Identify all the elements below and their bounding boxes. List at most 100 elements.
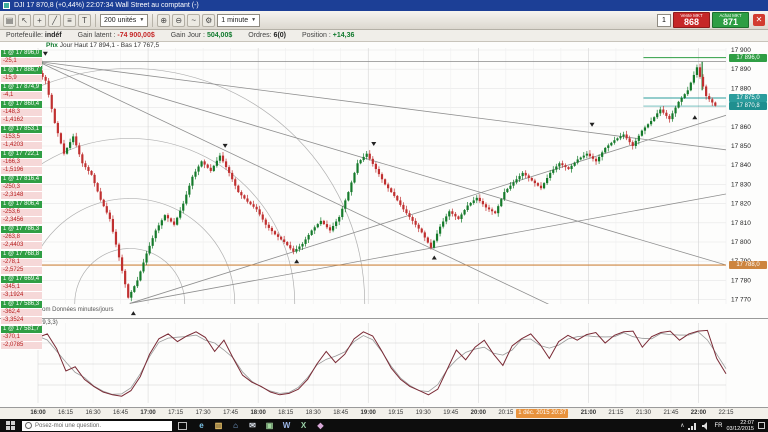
units-dropdown[interactable]: 200 unités ▼ (100, 13, 149, 27)
tray-chevron-icon[interactable]: ∧ (680, 422, 684, 429)
taskbar-app-trading[interactable]: ◆ (314, 419, 327, 432)
cortana-search-input[interactable]: Posez-moi une question. (22, 420, 172, 431)
notification-center-icon[interactable] (758, 422, 765, 429)
timeframe-dropdown[interactable]: 1 minute ▼ (217, 13, 261, 27)
position-row[interactable]: 1 @ 17 874,9 -4,1 (1, 84, 42, 100)
time-axis-label: 22:15 (718, 410, 734, 416)
chart-day-range: Jour Haut 17 894,1 - Bas 17 767,5 (59, 42, 160, 49)
position-row[interactable]: 1 @ 17 816,4 -250,3 -2,3148 (1, 176, 42, 200)
app-icon (3, 2, 10, 9)
time-marker-badge: 1 déc. 2015 20:37 (516, 409, 569, 418)
position-row[interactable]: 1 @ 17 853,1 -153,5 -1,4203 (1, 126, 42, 150)
position-pnl: -2,4403 (1, 242, 42, 250)
chart-type-icon[interactable]: ▤ (3, 13, 16, 27)
position-pnl: -25,1 (1, 58, 42, 66)
time-axis-label: 21:15 (608, 410, 624, 416)
time-axis-label: 16:00 (30, 410, 46, 416)
indicator-icon[interactable]: ~ (187, 13, 201, 27)
portfolio-info: Portefeuille: indéf (6, 32, 62, 39)
stochastic-panel[interactable]: Stochastique (9,3,3) (0, 318, 768, 408)
taskbar-clock[interactable]: 22:07 03/12/2015 (726, 420, 754, 432)
position-row[interactable]: 1 @ 17 722,1 -166,3 -1,5196 (1, 151, 42, 175)
position-pnl: -148,3 (1, 109, 42, 117)
price-badge: 17 896,0 (729, 53, 767, 62)
taskbar-app-store[interactable]: ⌂ (229, 419, 242, 432)
system-tray: ∧ FR 22:07 03/12/2015 (680, 420, 768, 432)
zoom-in-icon[interactable]: ⊕ (157, 13, 171, 27)
position-row[interactable]: 1 @ 17 669,4 -345,1 -3,1924 (1, 276, 42, 300)
network-icon[interactable] (688, 422, 698, 430)
taskbar-app-edge[interactable]: e (195, 419, 208, 432)
position-ladder: 1 @ 17 896,0 -25,1 1 @ 17 886,7 -15,9 1 @ 17… (1, 50, 42, 351)
start-button[interactable] (0, 419, 20, 432)
units-dropdown-value: 200 unités (104, 16, 137, 24)
task-view-icon[interactable] (178, 421, 187, 430)
position-row[interactable]: 1 @ 17 586,3 -362,4 -3,3524 (1, 301, 42, 325)
price-axis-label: 17 850 (731, 143, 751, 150)
taskbar-app-excel[interactable]: X (297, 419, 310, 432)
text-tool-icon[interactable]: T (78, 13, 91, 27)
position-pnl: -345,1 (1, 284, 42, 292)
position-entry-price: 1 @ 17 722,1 (1, 151, 42, 159)
taskbar-app-photos[interactable]: ▣ (263, 419, 276, 432)
taskbar-app-mail[interactable]: ✉ (246, 419, 259, 432)
sell-price: 868 (683, 17, 700, 27)
position-row[interactable]: 1 @ 17 768,8 -278,1 -2,5725 (1, 251, 42, 275)
language-indicator[interactable]: FR (714, 423, 722, 429)
cursor-icon[interactable]: ↖ (18, 13, 31, 27)
crosshair-icon[interactable]: + (33, 13, 46, 27)
zoom-out-icon[interactable]: ⊖ (172, 13, 186, 27)
time-axis-label: 17:15 (168, 410, 184, 416)
taskbar-app-explorer[interactable]: ▥ (212, 419, 225, 432)
position-pnl: -1,4203 (1, 142, 42, 150)
position-entry-price: 1 @ 17 896,0 (1, 50, 42, 58)
cortana-icon (25, 422, 32, 429)
time-axis-label: 17:45 (223, 410, 239, 416)
time-axis-label: 16:15 (58, 410, 74, 416)
position-row[interactable]: 1 @ 17 886,7 -15,9 (1, 67, 42, 83)
position-row[interactable]: 1 @ 17 896,0 -25,1 (1, 50, 42, 66)
sell-market-button[interactable]: Vente MKT 868 (673, 12, 710, 28)
time-axis-label: 19:45 (443, 410, 459, 416)
position-row[interactable]: 1 @ 17 860,4 -148,3 -1,4162 (1, 101, 42, 125)
windows-logo-icon (5, 421, 15, 430)
time-axis-label: 18:45 (333, 410, 349, 416)
stochastic-chart[interactable] (0, 319, 768, 408)
position-entry-price: 1 @ 17 768,8 (1, 251, 42, 259)
position-row[interactable]: 1 @ 17 786,3 -263,8 -2,4403 (1, 226, 42, 250)
position-pnl: -253,6 (1, 209, 42, 217)
search-placeholder: Posez-moi une question. (35, 422, 102, 429)
position-row[interactable]: 1 @ 17 581,7 -370,1 -2,0785 (1, 326, 42, 350)
taskbar-app-word[interactable]: W (280, 419, 293, 432)
buy-price: 871 (722, 17, 739, 27)
position-pnl: -263,8 (1, 234, 42, 242)
position-pnl: -1,4162 (1, 117, 42, 125)
price-chart-panel[interactable]: Phx Jour Haut 17 894,1 - Bas 17 767,5 17… (0, 42, 768, 350)
candlestick-chart[interactable]: 17 90017 89017 88017 87017 86017 85017 8… (0, 42, 768, 318)
toolbar-icon-group-mid: ⊕ ⊖ ~ ⚙ (157, 13, 216, 27)
price-axis-label: 17 770 (731, 297, 751, 304)
position-pnl: -153,5 (1, 134, 42, 142)
chevron-down-icon: ▼ (139, 17, 145, 23)
toolbar-separator (95, 13, 96, 27)
chart-overlays (38, 57, 726, 304)
time-axis-label: 21:30 (635, 410, 651, 416)
position-entry-price: 1 @ 17 586,3 (1, 301, 42, 309)
buy-market-button[interactable]: Achat MKT 871 (712, 12, 749, 28)
close-icon[interactable]: ✕ (753, 14, 765, 26)
volume-icon[interactable] (702, 421, 710, 430)
time-axis-label: 22:00 (690, 410, 707, 416)
trendline-icon[interactable]: ╱ (48, 13, 61, 27)
fibonacci-icon[interactable]: ≡ (63, 13, 76, 27)
order-entry-cluster: 1 Vente MKT 868 Achat MKT 871 ✕ (657, 12, 765, 28)
price-axis-label: 17 890 (731, 66, 751, 73)
settings-icon[interactable]: ⚙ (202, 13, 216, 27)
position-row[interactable]: 1 @ 17 806,4 -253,6 -2,3456 (1, 201, 42, 225)
quantity-input[interactable]: 1 (657, 13, 671, 27)
time-axis-label: 18:30 (305, 410, 321, 416)
time-axis-label: 18:15 (278, 410, 294, 416)
time-axis-label: 16:30 (85, 410, 101, 416)
taskbar-apps: e ▥ ⌂ ✉ ▣ W X ◆ (195, 419, 327, 432)
price-axis-label: 17 860 (731, 124, 751, 131)
position-size: Position : +14,36 (302, 32, 355, 39)
